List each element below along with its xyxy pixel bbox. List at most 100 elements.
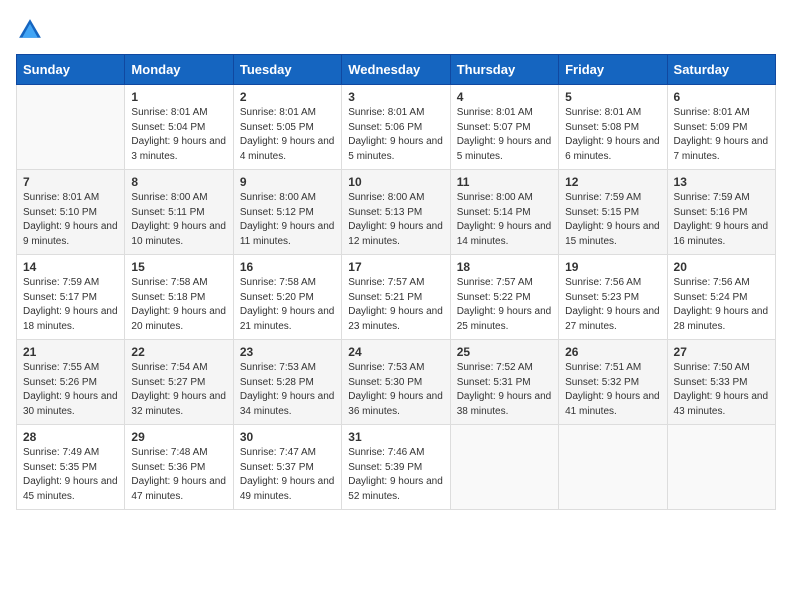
- day-number: 26: [565, 345, 660, 359]
- calendar-cell: 14Sunrise: 7:59 AMSunset: 5:17 PMDayligh…: [17, 255, 125, 340]
- day-number: 17: [348, 260, 443, 274]
- day-info: Sunrise: 7:57 AMSunset: 5:21 PMDaylight:…: [348, 276, 443, 334]
- day-info: Sunrise: 7:50 AMSunset: 5:33 PMDaylight:…: [674, 361, 769, 419]
- calendar-cell: 18 Sunrise: 7:57 AMSunset: 5:22 PMDayligh…: [450, 255, 558, 340]
- calendar-cell: 21 Sunrise: 7:55 AMSunset: 5:26 PMDayligh…: [17, 340, 125, 425]
- day-number: 5: [565, 90, 660, 104]
- day-info: Sunrise: 7:51 AMSunset: 5:32 PMDaylight:…: [565, 361, 660, 419]
- calendar-cell: 17 Sunrise: 7:57 AMSunset: 5:21 PMDayligh…: [342, 255, 450, 340]
- day-number: 12: [565, 175, 660, 189]
- weekday-header-cell: Wednesday: [342, 55, 450, 85]
- weekday-header-cell: Saturday: [667, 55, 775, 85]
- weekday-header-cell: Friday: [559, 55, 667, 85]
- day-number: 24: [348, 345, 443, 359]
- weekday-header-cell: Sunday: [17, 55, 125, 85]
- day-number: 1: [131, 90, 226, 104]
- day-number: 9: [240, 175, 335, 189]
- day-info: Sunrise: 8:00 AMSunset: 5:11 PMDaylight:…: [131, 191, 226, 249]
- day-number: 23: [240, 345, 335, 359]
- calendar-cell: 27 Sunrise: 7:50 AMSunset: 5:33 PMDayligh…: [667, 340, 775, 425]
- calendar-cell: 5Sunrise: 8:01 AMSunset: 5:08 PMDaylight…: [559, 85, 667, 170]
- calendar-cell: 7 Sunrise: 8:01 AMSunset: 5:10 PMDaylight…: [17, 170, 125, 255]
- day-info: Sunrise: 7:49 AMSunset: 5:35 PMDaylight:…: [23, 446, 118, 504]
- day-info: Sunrise: 7:47 AMSunset: 5:37 PMDaylight:…: [240, 446, 335, 504]
- day-info: Sunrise: 7:59 AMSunset: 5:15 PMDaylight:…: [565, 191, 660, 249]
- day-number: 22: [131, 345, 226, 359]
- calendar-week-row: 7 Sunrise: 8:01 AMSunset: 5:10 PMDaylight…: [17, 170, 776, 255]
- day-info: Sunrise: 7:53 AMSunset: 5:28 PMDaylight:…: [240, 361, 335, 419]
- day-info: Sunrise: 7:53 AMSunset: 5:30 PMDaylight:…: [348, 361, 443, 419]
- calendar-cell: 28 Sunrise: 7:49 AMSunset: 5:35 PMDayligh…: [17, 425, 125, 510]
- day-number: 31: [348, 430, 443, 444]
- day-info: Sunrise: 7:54 AMSunset: 5:27 PMDaylight:…: [131, 361, 226, 419]
- day-info: Sunrise: 7:58 AMSunset: 5:20 PMDaylight:…: [240, 276, 335, 334]
- day-number: 27: [674, 345, 769, 359]
- day-info: Sunrise: 7:57 AMSunset: 5:22 PMDaylight:…: [457, 276, 552, 334]
- calendar-table: SundayMondayTuesdayWednesdayThursdayFrid…: [16, 54, 776, 510]
- day-info: Sunrise: 8:01 AMSunset: 5:10 PMDaylight:…: [23, 191, 118, 249]
- calendar-cell: [17, 85, 125, 170]
- day-info: Sunrise: 8:01 AMSunset: 5:05 PMDaylight:…: [240, 106, 335, 164]
- calendar-cell: 23 Sunrise: 7:53 AMSunset: 5:28 PMDayligh…: [233, 340, 341, 425]
- calendar-cell: [450, 425, 558, 510]
- day-info: Sunrise: 8:01 AMSunset: 5:06 PMDaylight:…: [348, 106, 443, 164]
- logo-icon: [16, 16, 44, 44]
- weekday-header-cell: Monday: [125, 55, 233, 85]
- calendar-cell: 25 Sunrise: 7:52 AMSunset: 5:31 PMDayligh…: [450, 340, 558, 425]
- day-info: Sunrise: 7:48 AMSunset: 5:36 PMDaylight:…: [131, 446, 226, 504]
- day-number: 13: [674, 175, 769, 189]
- calendar-cell: [667, 425, 775, 510]
- calendar-cell: 9 Sunrise: 8:00 AMSunset: 5:12 PMDaylight…: [233, 170, 341, 255]
- day-info: Sunrise: 7:59 AMSunset: 5:17 PMDaylight:…: [23, 276, 118, 334]
- day-number: 30: [240, 430, 335, 444]
- day-number: 6: [674, 90, 769, 104]
- calendar-cell: 4 Sunrise: 8:01 AMSunset: 5:07 PMDaylight…: [450, 85, 558, 170]
- calendar-cell: 29Sunrise: 7:48 AMSunset: 5:36 PMDayligh…: [125, 425, 233, 510]
- day-number: 20: [674, 260, 769, 274]
- day-number: 25: [457, 345, 552, 359]
- calendar-cell: 2Sunrise: 8:01 AMSunset: 5:05 PMDaylight…: [233, 85, 341, 170]
- day-info: Sunrise: 8:01 AMSunset: 5:09 PMDaylight:…: [674, 106, 769, 164]
- day-number: 21: [23, 345, 118, 359]
- day-info: Sunrise: 8:01 AMSunset: 5:04 PMDaylight:…: [131, 106, 226, 164]
- calendar-cell: 12 Sunrise: 7:59 AMSunset: 5:15 PMDayligh…: [559, 170, 667, 255]
- calendar-cell: 20 Sunrise: 7:56 AMSunset: 5:24 PMDayligh…: [667, 255, 775, 340]
- calendar-week-row: 1 Sunrise: 8:01 AMSunset: 5:04 PMDaylight…: [17, 85, 776, 170]
- logo: [16, 16, 48, 44]
- calendar-cell: 30 Sunrise: 7:47 AMSunset: 5:37 PMDayligh…: [233, 425, 341, 510]
- calendar-cell: 15 Sunrise: 7:58 AMSunset: 5:18 PMDayligh…: [125, 255, 233, 340]
- calendar-cell: 22 Sunrise: 7:54 AMSunset: 5:27 PMDayligh…: [125, 340, 233, 425]
- calendar-cell: 6 Sunrise: 8:01 AMSunset: 5:09 PMDaylight…: [667, 85, 775, 170]
- day-info: Sunrise: 7:59 AMSunset: 5:16 PMDaylight:…: [674, 191, 769, 249]
- day-info: Sunrise: 8:00 AMSunset: 5:14 PMDaylight:…: [457, 191, 552, 249]
- day-number: 15: [131, 260, 226, 274]
- calendar-cell: 10Sunrise: 8:00 AMSunset: 5:13 PMDayligh…: [342, 170, 450, 255]
- day-info: Sunrise: 7:52 AMSunset: 5:31 PMDaylight:…: [457, 361, 552, 419]
- day-info: Sunrise: 7:55 AMSunset: 5:26 PMDaylight:…: [23, 361, 118, 419]
- calendar-cell: 8 Sunrise: 8:00 AMSunset: 5:11 PMDaylight…: [125, 170, 233, 255]
- page-header: [16, 16, 776, 44]
- day-number: 4: [457, 90, 552, 104]
- calendar-week-row: 21 Sunrise: 7:55 AMSunset: 5:26 PMDayligh…: [17, 340, 776, 425]
- day-info: Sunrise: 8:00 AMSunset: 5:12 PMDaylight:…: [240, 191, 335, 249]
- weekday-header-cell: Tuesday: [233, 55, 341, 85]
- day-number: 19: [565, 260, 660, 274]
- day-info: Sunrise: 7:46 AMSunset: 5:39 PMDaylight:…: [348, 446, 443, 504]
- day-number: 18: [457, 260, 552, 274]
- day-number: 7: [23, 175, 118, 189]
- day-number: 8: [131, 175, 226, 189]
- calendar-cell: 24 Sunrise: 7:53 AMSunset: 5:30 PMDayligh…: [342, 340, 450, 425]
- calendar-cell: 3Sunrise: 8:01 AMSunset: 5:06 PMDaylight…: [342, 85, 450, 170]
- day-info: Sunrise: 7:56 AMSunset: 5:23 PMDaylight:…: [565, 276, 660, 334]
- day-number: 16: [240, 260, 335, 274]
- day-info: Sunrise: 7:58 AMSunset: 5:18 PMDaylight:…: [131, 276, 226, 334]
- weekday-header-row: SundayMondayTuesdayWednesdayThursdayFrid…: [17, 55, 776, 85]
- calendar-cell: 16 Sunrise: 7:58 AMSunset: 5:20 PMDayligh…: [233, 255, 341, 340]
- day-number: 10: [348, 175, 443, 189]
- day-info: Sunrise: 8:01 AMSunset: 5:07 PMDaylight:…: [457, 106, 552, 164]
- calendar-cell: 1 Sunrise: 8:01 AMSunset: 5:04 PMDaylight…: [125, 85, 233, 170]
- calendar-week-row: 14Sunrise: 7:59 AMSunset: 5:17 PMDayligh…: [17, 255, 776, 340]
- day-info: Sunrise: 7:56 AMSunset: 5:24 PMDaylight:…: [674, 276, 769, 334]
- day-number: 28: [23, 430, 118, 444]
- calendar-cell: 26 Sunrise: 7:51 AMSunset: 5:32 PMDayligh…: [559, 340, 667, 425]
